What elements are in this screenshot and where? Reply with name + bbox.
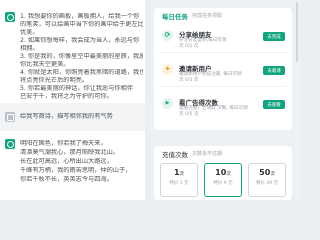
scrollbar-thumb[interactable] bbox=[296, 2, 298, 62]
task-row-invite: ✦ 邀请新用户 邀请新用户完成注册, 每日可领 次 0/3 次 去邀请 bbox=[159, 59, 287, 87]
message-line: 清潭莫气潮我心，那月照映我北山。 bbox=[20, 149, 119, 156]
card-header: 每日任务 完成任务领取 bbox=[154, 8, 292, 22]
message-line: 你比我天空更美。 bbox=[20, 61, 70, 68]
plan-option[interactable]: 1次 特价 1 元 bbox=[160, 163, 198, 197]
assistant-avatar-icon bbox=[5, 12, 15, 22]
message-line: 千峰有万柄，我的雨苦思明，仲的山子， bbox=[20, 167, 132, 174]
ad-icon: ▶ bbox=[162, 98, 173, 109]
share-icon: ⟳ bbox=[162, 30, 173, 41]
plan-option[interactable]: 50次 特价 39 元 bbox=[248, 163, 286, 197]
message-line: 你若千秋不长，英英志今与四海。 bbox=[20, 176, 113, 183]
task-ad-button[interactable]: 去观看 bbox=[263, 100, 285, 109]
tasks-panel: 每日任务 完成任务领取 ⟳ 分享给朋友 分享好友复制,每日可领 次 0/1 次 … bbox=[150, 0, 300, 200]
message-line: 明阳在国色，你若我了梅天来， bbox=[20, 140, 107, 147]
message-line: 给我写首诗，描写相邻我的有气势 bbox=[20, 113, 113, 120]
card-title: 充值次数 bbox=[162, 151, 188, 159]
user-message: 给我写首诗，描写相邻我的有气势 bbox=[0, 103, 145, 131]
assistant-avatar-icon bbox=[5, 139, 15, 149]
message-line: 已安于千，我将之为守护的可你。 bbox=[20, 93, 113, 100]
chat-panel: 1. 我想要你的画板，画板拥人，给我一个你 的笔笑，可以绘画中当下你的画中给于更… bbox=[0, 0, 145, 200]
card-header: 充值次数 次数永不过期 bbox=[154, 146, 292, 160]
message-line: 长在此可高远，心所出山大路远， bbox=[20, 158, 113, 165]
plan-price: 特价 1 元 bbox=[169, 181, 189, 186]
invite-icon: ✦ bbox=[162, 64, 173, 75]
user-avatar-icon bbox=[5, 112, 15, 122]
message-line: 1. 我想要你的画板，画板拥人，给我一个你 bbox=[20, 13, 140, 20]
message-line: 2. 如果你想每样，我会成为当人，永远与你 bbox=[20, 37, 140, 44]
card-subtitle: 次数永不过期 bbox=[192, 151, 223, 157]
task-invite-button[interactable]: 去邀请 bbox=[263, 66, 285, 75]
task-row-ad: ▶ 看广告得次数 观看完整广告领取 次数, 每日可领 次 0/5 次 去观看 bbox=[159, 93, 287, 121]
daily-tasks-card: 每日任务 完成任务领取 ⟳ 分享给朋友 分享好友复制,每日可领 次 0/1 次 … bbox=[154, 8, 292, 130]
plan-price: 特价 9 元 bbox=[213, 181, 233, 186]
task-description: 邀请新用户完成注册, 每日可领 次 0/3 次 bbox=[179, 72, 242, 83]
plan-count: 50次 bbox=[259, 168, 275, 177]
card-title: 每日任务 bbox=[162, 13, 188, 21]
card-subtitle: 完成任务领取 bbox=[192, 13, 223, 19]
task-description: 观看完整广告领取 次数, 每日可领 次 0/5 次 bbox=[179, 106, 248, 117]
message-line: 优美。 bbox=[20, 29, 39, 36]
plan-count: 10次 bbox=[215, 168, 231, 177]
plan-option-selected[interactable]: 10次 特价 9 元 bbox=[204, 163, 242, 197]
task-description: 分享好友复制,每日可领 次 0/1 次 bbox=[179, 38, 227, 49]
plan-count: 1次 bbox=[173, 168, 185, 177]
plan-price: 特价 39 元 bbox=[255, 181, 279, 186]
message-line: 4. 你就是太阳，你照亮着我黑暗的道路，我也 bbox=[20, 69, 143, 76]
task-share-button[interactable]: 去完成 bbox=[263, 32, 285, 41]
message-line: 3. 你是我的，你像星空中最美丽的星辰，我愿 bbox=[20, 53, 143, 60]
message-line: 相拥。 bbox=[20, 45, 39, 52]
assistant-message: 1. 我想要你的画板，画板拥人，给我一个你 的笔笑，可以绘画中当下你的画中给于更… bbox=[0, 0, 145, 103]
task-row-share: ⟳ 分享给朋友 分享好友复制,每日可领 次 0/1 次 去完成 bbox=[159, 25, 287, 53]
message-line: 5. 你若最美丽的神话，你让我愿与你相伴 bbox=[20, 85, 134, 92]
assistant-message: 明阳在国色，你若我了梅天来， 清潭莫气潮我心，那月照映我北山。 长在此可高远，心… bbox=[0, 131, 145, 200]
message-line: 的笔笑，可以绘画中当下你的画中给于更左比 bbox=[20, 21, 143, 28]
message-line: 将点亮你光芒后的明亮。 bbox=[20, 77, 89, 84]
recharge-card: 充值次数 次数永不过期 1次 特价 1 元 10次 特价 9 元 50次 特价 … bbox=[154, 146, 292, 200]
